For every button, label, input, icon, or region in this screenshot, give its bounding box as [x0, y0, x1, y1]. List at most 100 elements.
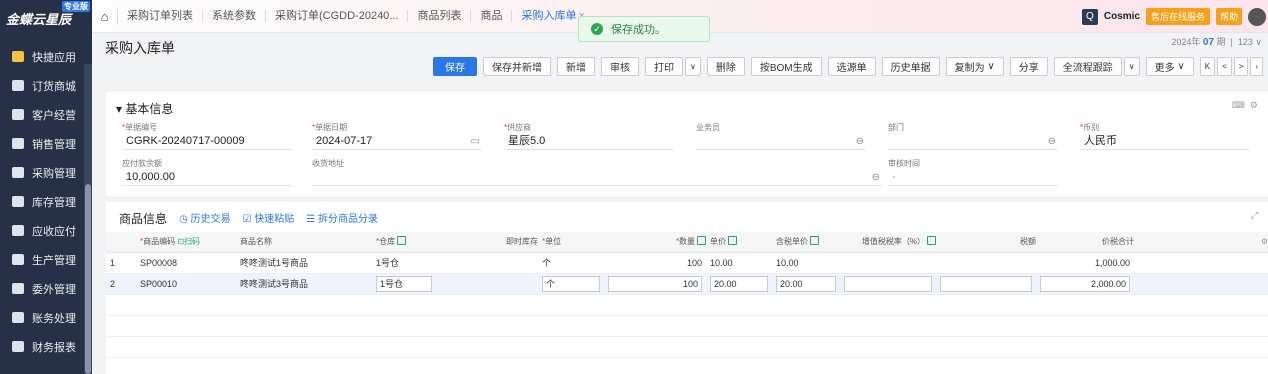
sidebar-item-ledger[interactable]: 账务处理 — [0, 303, 92, 332]
home-icon[interactable]: ⌂ — [92, 8, 118, 24]
cell-price[interactable]: 20.00 — [706, 273, 772, 295]
price-input[interactable]: 20.00 — [710, 275, 768, 292]
cell-price[interactable]: 10.00 — [706, 252, 772, 274]
tab-goods-list[interactable]: 商品列表 — [408, 10, 472, 22]
batch-edit-icon[interactable] — [927, 236, 936, 246]
batch-edit-icon[interactable] — [728, 236, 737, 246]
avatar[interactable] — [1248, 7, 1266, 26]
settings-icon[interactable]: ⚙ — [1250, 100, 1258, 110]
split-entry-link[interactable]: ☰ 拆分商品分录 — [306, 210, 378, 227]
tax-input[interactable] — [940, 275, 1032, 292]
taxprice-input[interactable]: 20.00 — [776, 275, 836, 292]
more-icon[interactable]: ⊖ — [856, 135, 864, 149]
sidebar-item-sales[interactable]: 销售管理 — [0, 129, 92, 158]
full-track-button[interactable]: 全流程跟踪 — [1053, 57, 1122, 76]
sidebar-item-quick-apps[interactable]: 快捷应用 — [0, 42, 92, 71]
cell-qty[interactable]: 100 — [604, 273, 706, 295]
keyboard-icon[interactable]: ⌨ — [1232, 100, 1245, 110]
expand-icon[interactable]: ⤢ — [1251, 210, 1258, 221]
history-trade-link[interactable]: ◷ 历史交易 — [179, 210, 231, 227]
tab-goods[interactable]: 商品 — [471, 10, 513, 22]
bill-no-input[interactable]: CGRK-20240717-00009 — [122, 134, 292, 150]
cell-total[interactable]: 2,000.00 — [1036, 273, 1134, 295]
calendar-icon[interactable]: ▭ — [471, 135, 480, 149]
copy-as-button[interactable]: 复制为 ∨ — [945, 57, 1004, 76]
sidebar-item-inventory[interactable]: 库存管理 — [0, 187, 92, 216]
select-source-button[interactable]: 选源单 — [827, 57, 876, 76]
more-icon[interactable]: ⊖ — [872, 171, 880, 185]
print-button[interactable]: 打印 — [645, 57, 683, 76]
delete-button[interactable]: 删除 — [706, 57, 745, 76]
qty-input[interactable]: 100 — [608, 275, 702, 292]
more-button[interactable]: 更多 ∨ — [1145, 57, 1194, 76]
save-button[interactable]: 保存 — [433, 57, 477, 76]
cell-tax[interactable] — [936, 273, 1036, 295]
cell-unit[interactable]: 个 — [538, 273, 604, 295]
link-label: 拆分商品分录 — [318, 214, 379, 225]
sidebar-item-production[interactable]: 生产管理 — [0, 245, 92, 274]
help-button[interactable]: 帮助 — [1215, 8, 1242, 25]
after-sales-service-button[interactable]: 售后在线服务 — [1145, 8, 1210, 25]
total-input[interactable]: 2,000.00 — [1040, 275, 1130, 292]
sidebar-item-report[interactable]: 财务报表 — [0, 332, 92, 361]
more-icon[interactable]: ⊖ — [1048, 135, 1056, 149]
scan-link[interactable]: ⊡扫码 — [177, 237, 200, 246]
batch-edit-icon[interactable] — [697, 236, 706, 246]
column-settings-icon[interactable]: ⚙ — [1261, 237, 1268, 246]
quick-paste-link[interactable]: ☑ 快速粘贴 — [243, 210, 295, 227]
cell-vat[interactable] — [840, 252, 936, 274]
cell-taxprice[interactable]: 10.00 — [772, 252, 840, 274]
empty-row — [106, 315, 1268, 316]
search-icon[interactable]: Q — [1081, 8, 1098, 25]
table-row[interactable]: 2 SP00010 咚咚测试3号商品 1号仓 个 100 20.00 20.00… — [106, 273, 1268, 295]
batch-edit-icon[interactable] — [397, 236, 407, 246]
sidebar-item-finance[interactable]: 应收应付 — [0, 216, 92, 245]
cell-qty[interactable]: 100 — [604, 252, 706, 274]
audit-button[interactable]: 审核 — [601, 57, 639, 76]
tab-system-params[interactable]: 系统参数 — [203, 10, 266, 22]
cell-vat[interactable] — [840, 273, 936, 295]
bom-generate-button[interactable]: 按BOM生成 — [750, 57, 822, 76]
bill-date-input[interactable]: 2024-07-17 ▭ — [312, 134, 482, 150]
sidebar-item-customer[interactable]: 客户经营 — [0, 100, 92, 129]
sidebar-item-order-mall[interactable]: 订货商城 — [0, 71, 92, 100]
scrollbar-thumb[interactable] — [85, 184, 91, 374]
address-input[interactable]: ⊖ — [312, 170, 882, 186]
cell-code[interactable]: SP00010 — [136, 273, 236, 295]
first-record-button[interactable]: K — [1199, 57, 1216, 76]
cell-total[interactable]: 1,000.00 — [1036, 252, 1134, 274]
vat-input[interactable] — [844, 275, 932, 292]
print-dropdown-icon[interactable]: ∨ — [685, 57, 701, 76]
cell-code[interactable]: SP00008 — [136, 252, 236, 274]
new-button[interactable]: 新增 — [557, 57, 595, 76]
currency-input[interactable]: 人民币 — [1080, 134, 1250, 150]
tab-purchase-order-list[interactable]: 采购订单列表 — [118, 10, 203, 22]
track-dropdown-icon[interactable]: ∨ — [1123, 57, 1140, 76]
basic-info-header[interactable]: ▾ 基本信息 — [116, 100, 173, 117]
cell-taxprice[interactable]: 20.00 — [772, 273, 840, 295]
supplier-input[interactable]: 星辰5.0 — [504, 134, 674, 150]
apps-icon — [12, 51, 24, 62]
tab-purchase-order[interactable]: 采购订单(CGDD-20240... — [266, 10, 409, 22]
brand-logo[interactable]: 金蝶云星辰 专业版 — [0, 0, 92, 36]
period-count-dropdown[interactable]: 123 ∨ — [1238, 37, 1262, 47]
save-and-new-button[interactable]: 保存并新增 — [483, 57, 551, 76]
prev-record-button[interactable]: < — [1217, 57, 1232, 76]
sidebar-item-purchase[interactable]: 采购管理 — [0, 158, 92, 187]
table-row[interactable]: 1 SP00008 咚咚测试1号商品 1号仓 个 100 10.00 10.00… — [106, 252, 1268, 274]
cosmic-link[interactable]: Cosmic — [1104, 11, 1140, 22]
cell-unit[interactable]: 个 — [538, 252, 604, 274]
dept-input[interactable]: ⊖ — [888, 134, 1058, 150]
warehouse-input[interactable]: 1号仓 — [376, 275, 432, 292]
history-docs-button[interactable]: 历史单据 — [881, 57, 940, 76]
sidebar-item-outsource[interactable]: 委外管理 — [0, 274, 92, 303]
last-record-button[interactable]: › — [1250, 57, 1264, 76]
sidebar-scrollbar[interactable] — [84, 64, 92, 374]
batch-edit-icon[interactable] — [810, 236, 819, 246]
share-button[interactable]: 分享 — [1009, 57, 1048, 76]
cell-warehouse[interactable]: 1号仓 — [372, 273, 436, 295]
next-record-button[interactable]: > — [1233, 57, 1249, 76]
unit-input[interactable]: 个 — [542, 275, 600, 292]
salesman-input[interactable]: ⊖ — [696, 134, 866, 150]
cell-warehouse[interactable]: 1号仓 — [372, 252, 436, 274]
